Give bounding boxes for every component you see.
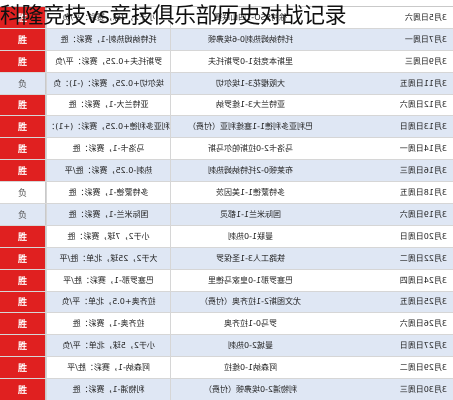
prediction-detail: 大于2，25球，北单：胜/平 (46, 247, 170, 269)
table-row: 胜大于2，25球，北单：胜/平 铁路工人3-1圣保罗 3月22日周二 (0, 247, 453, 270)
match-date: 3月29日周二 (399, 363, 447, 373)
result-badge: 胜 (0, 247, 46, 269)
result-badge: 胜 (0, 225, 46, 247)
match-score: 马洛卡2-0拉斯帕尔马斯 (170, 138, 330, 160)
match-score: 大阪樱花3-1埃尔切 (170, 72, 330, 94)
prediction-detail: 拉齐奥+0.5，北单：平/负 (46, 291, 170, 313)
match-date: 3月18日周五 (399, 188, 447, 198)
table-row: 负埃尔切+0.25，赛彩：(-1)：负 大阪樱花3-1埃尔切 3月11日周五 (0, 72, 453, 95)
result-badge: 胜 (0, 357, 46, 379)
table-row: 胜阿森纳-1，赛彩：胜/平 阿森纳1-0维拉 3月29日周二 (0, 357, 453, 380)
table-row: 负多特蒙德-1，赛彩：胜 多特蒙德1-1美因茨 3月18日周五 (0, 182, 453, 204)
match-score: 利物浦2-0埃弗顿（付费） (170, 379, 330, 400)
prediction-detail: 小于2，7球，赛彩：胜 (46, 225, 170, 247)
match-score: 曼联1-0热刺 (170, 225, 330, 247)
match-date: 3月19日周六 (399, 209, 447, 219)
prediction-detail: 国际米兰-1，赛彩：胜 (46, 204, 170, 225)
match-date: 3月22日周二 (399, 253, 447, 263)
match-score: 里斯本竞技1-0罗斯托夫 (170, 50, 330, 72)
match-record-table: 胜小于2，7球，赛彩：平/负 徐特SSO-1四山联赛 3月5日周六胜托特纳姆热刺-1… (0, 6, 453, 400)
match-date: 3月11日周五 (399, 78, 447, 88)
prediction-detail: 多特蒙德-1，赛彩：胜 (46, 182, 170, 203)
match-score: 罗马0-1拉齐奥 (170, 313, 330, 335)
prediction-detail: 罗斯托夫+0.25，赛彩：平/负 (46, 50, 170, 72)
match-date: 3月14日周一 (399, 144, 447, 154)
match-date: 3月16日周三 (399, 166, 447, 176)
result-badge: 负 (0, 182, 46, 203)
result-badge: 胜 (0, 335, 46, 357)
table-row: 胜热刺-0.25，赛彩：胜/平 布莱顿0-2托特纳姆热刺 3月16日周三 (0, 160, 453, 183)
table-row: 胜小于2，5球，北单：平/负 曼城2-0热刺 3月27日周日 (0, 335, 453, 358)
table-row: 胜拉齐奥-1，赛彩：胜 罗马0-1拉齐奥 3月26日周六 (0, 313, 453, 336)
result-badge: 负 (0, 72, 46, 94)
prediction-detail: 热刺-0.25，赛彩：胜/平 (46, 160, 170, 182)
prediction-detail: 亚特兰大-1，赛彩：胜 (46, 94, 170, 116)
match-score: 曼城2-0热刺 (170, 335, 330, 357)
match-date: 3月24日周四 (399, 275, 447, 285)
match-date: 3月13日周日 (399, 122, 447, 132)
match-date: 3月26日周六 (399, 319, 447, 329)
match-date: 3月30日周三 (399, 385, 447, 395)
prediction-detail: 小于2，5球，北单：平/负 (46, 335, 170, 357)
table-row: 胜拉齐奥+0.5，北单：平/负 尤文图斯2-1拉齐奥（付费） 3月25日周五 (0, 291, 453, 314)
match-score: 尤文图斯2-1拉齐奥（付费） (170, 291, 330, 313)
result-badge: 胜 (0, 291, 46, 313)
match-date: 3月9日周三 (404, 56, 447, 66)
match-date: 3月27日周日 (399, 341, 447, 351)
match-score: 亚特兰大3-1维罗纳 (170, 94, 330, 116)
prediction-detail: 马洛卡-1，赛彩：胜 (46, 138, 170, 160)
result-badge: 胜 (0, 269, 46, 291)
match-score: 阿森纳1-0维拉 (170, 357, 330, 379)
table-row: 胜罗斯托夫+0.25，赛彩：平/负 里斯本竞技1-0罗斯托夫 3月9日周三 (0, 50, 453, 73)
prediction-detail: 巴利亚多利德+0.25，赛彩：(+1)：胜 (46, 116, 170, 138)
match-score: 国际米兰1-1都灵 (170, 204, 330, 225)
match-score: 巴利亚多利德1-1塞维利亚（付费） (170, 116, 330, 138)
prediction-detail: 利物浦-1，赛彩：胜 (46, 379, 170, 400)
match-score: 铁路工人3-1圣保罗 (170, 247, 330, 269)
match-date: 3月25日周五 (399, 297, 447, 307)
match-score: 多特蒙德1-1美因茨 (170, 182, 330, 203)
match-date: 3月20日周日 (399, 231, 447, 241)
table-row: 胜巴塞罗那-1，赛彩：胜/平 巴塞罗那1-0皇家马德里 3月24日周四 (0, 269, 453, 292)
table-row: 胜小于2，7球，赛彩：胜 曼联1-0热刺 3月20日周日 (0, 225, 453, 248)
result-badge: 负 (0, 204, 46, 225)
match-date: 3月12日周六 (399, 100, 447, 110)
prediction-detail: 埃尔切+0.25，赛彩：(-1)：负 (46, 72, 170, 94)
table-row: 负国际米兰-1，赛彩：胜 国际米兰1-1都灵 3月19日周六 (0, 204, 453, 226)
page-title: 科隆竞技vs竞技俱乐部历史对战记录 (0, 4, 346, 29)
table-row: 胜利物浦-1，赛彩：胜 利物浦2-0埃弗顿（付费） 3月30日周三 (0, 379, 453, 400)
result-badge: 胜 (0, 94, 46, 116)
result-badge: 胜 (0, 116, 46, 138)
prediction-detail: 阿森纳-1，赛彩：胜/平 (46, 357, 170, 379)
prediction-detail: 巴塞罗那-1，赛彩：胜/平 (46, 269, 170, 291)
result-badge: 胜 (0, 379, 46, 400)
result-badge: 胜 (0, 138, 46, 160)
match-score: 布莱顿0-2托特纳姆热刺 (170, 160, 330, 182)
table-row: 胜亚特兰大-1，赛彩：胜 亚特兰大3-1维罗纳 3月12日周六 (0, 94, 453, 117)
table-row: 胜巴利亚多利德+0.25，赛彩：(+1)：胜巴利亚多利德1-1塞维利亚（付费） 3… (0, 116, 453, 139)
result-badge: 胜 (0, 313, 46, 335)
result-badge: 胜 (0, 50, 46, 72)
prediction-detail: 拉齐奥-1，赛彩：胜 (46, 313, 170, 335)
table-row: 胜马洛卡-1，赛彩：胜 马洛卡2-0拉斯帕尔马斯 3月14日周一 (0, 138, 453, 161)
result-badge: 胜 (0, 160, 46, 182)
match-score: 巴塞罗那1-0皇家马德里 (170, 269, 330, 291)
